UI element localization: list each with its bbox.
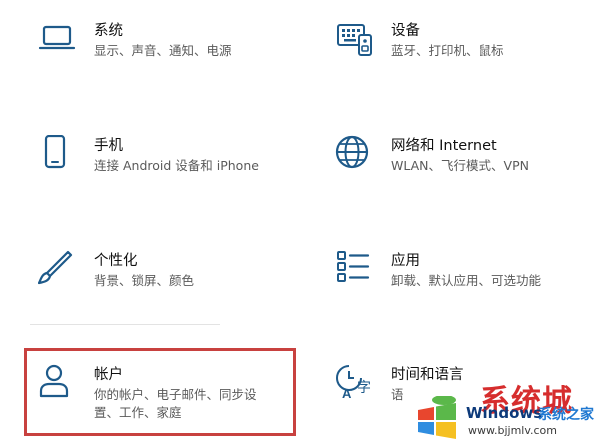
tile-devices[interactable]: 设备 蓝牙、打印机、鼠标 [335, 20, 595, 80]
tile-personalization[interactable]: 个性化 背景、锁屏、颜色 [38, 250, 298, 310]
tile-title: 系统 [94, 23, 123, 39]
watermark-name: Windows [466, 404, 543, 422]
tile-apps[interactable]: 应用 卸载、默认应用、可选功能 [335, 250, 595, 310]
watermark-name-cn: 系统之家 [538, 407, 594, 423]
highlight-box [24, 348, 296, 436]
watermark-url: www.bjjmlv.com [468, 424, 557, 437]
tile-description: 连接 Android 设备和 iPhone [94, 158, 259, 173]
tile-description: 背景、锁屏、颜色 [94, 273, 195, 288]
divider [30, 324, 220, 325]
apps-list-icon [337, 251, 370, 282]
monitor-icon [38, 25, 76, 50]
tile-phone[interactable]: 手机 连接 Android 设备和 iPhone [38, 135, 298, 195]
windows-logo-icon [418, 396, 456, 439]
globe-icon [335, 135, 369, 169]
svg-text:字: 字 [357, 380, 371, 396]
tile-title: 设备 [391, 23, 420, 39]
tile-description: 蓝牙、打印机、鼠标 [391, 43, 504, 58]
tile-description: WLAN、飞行模式、VPN [391, 158, 529, 173]
tile-title: 个性化 [94, 253, 138, 269]
svg-text:A: A [342, 386, 352, 401]
phone-icon [44, 135, 66, 169]
tile-title: 手机 [94, 138, 123, 154]
brush-icon [38, 250, 73, 285]
tile-title: 时间和语言 [391, 367, 464, 383]
tile-title: 网络和 Internet [391, 138, 497, 154]
watermark: 系统城 Windows 系统之家 www.bjjmlv.com [404, 384, 600, 444]
tile-description: 卸载、默认应用、可选功能 [391, 273, 542, 288]
tile-network[interactable]: 网络和 Internet WLAN、飞行模式、VPN [335, 135, 595, 195]
keyboard-icon [337, 24, 372, 56]
tile-description: 显示、声音、通知、电源 [94, 43, 232, 58]
tile-system[interactable]: 系统 显示、声音、通知、电源 [38, 20, 298, 80]
tile-title: 应用 [391, 253, 420, 269]
time-language-icon: A 字 [336, 365, 371, 401]
